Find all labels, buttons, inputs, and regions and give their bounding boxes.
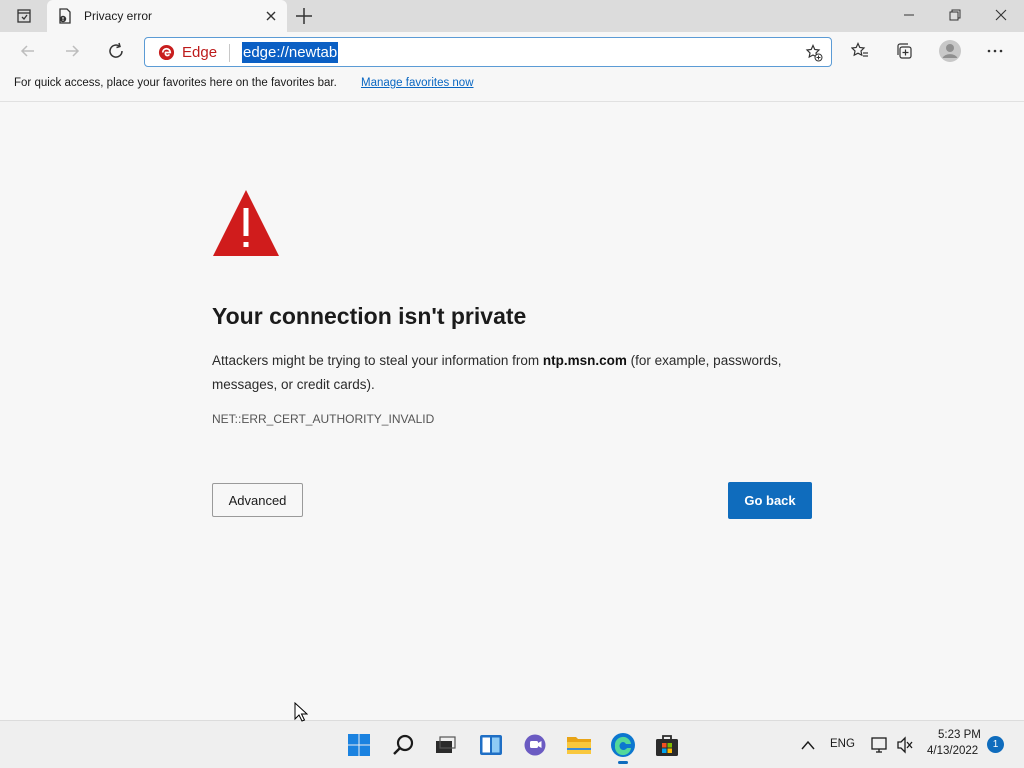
new-tab-icon[interactable] xyxy=(293,5,315,27)
task-view-button[interactable] xyxy=(431,731,459,759)
back-button[interactable] xyxy=(13,36,43,66)
close-window-icon xyxy=(995,9,1007,21)
edge-shield-icon xyxy=(158,44,175,61)
advanced-button[interactable]: Advanced xyxy=(212,483,303,517)
address-divider xyxy=(229,44,230,62)
language-indicator[interactable]: ENG xyxy=(830,738,855,750)
edge-taskbar-button[interactable] xyxy=(609,731,637,764)
restore-icon xyxy=(949,9,961,21)
warning-triangle-icon xyxy=(213,190,279,256)
more-dots-icon xyxy=(987,49,1003,53)
manage-favorites-link[interactable]: Manage favorites now xyxy=(361,77,474,89)
tab-privacy-error[interactable]: Privacy error xyxy=(47,0,287,32)
minimize-button[interactable] xyxy=(886,0,932,30)
volume-muted-icon[interactable] xyxy=(896,736,914,754)
tab-actions-button[interactable] xyxy=(8,4,40,28)
search-icon xyxy=(393,734,414,755)
back-arrow-icon xyxy=(20,45,34,57)
refresh-button[interactable] xyxy=(101,36,131,66)
notification-badge[interactable]: 1 xyxy=(987,736,1004,753)
error-heading: Your connection isn't private xyxy=(212,303,527,329)
error-code: NET::ERR_CERT_AUTHORITY_INVALID xyxy=(212,412,435,426)
widgets-icon xyxy=(480,735,502,755)
url-text[interactable]: edge://newtab xyxy=(242,42,339,63)
windows-logo-icon xyxy=(348,734,370,756)
forward-button[interactable] xyxy=(57,36,87,66)
store-bag-icon xyxy=(656,735,678,756)
search-button[interactable] xyxy=(389,731,417,759)
clock-time[interactable]: 5:23 PM xyxy=(938,729,981,741)
close-window-button[interactable] xyxy=(978,0,1024,30)
restore-button[interactable] xyxy=(932,0,978,30)
edge-browser-icon xyxy=(611,733,635,757)
favorites-bar-message: For quick access, place your favorites h… xyxy=(14,77,337,89)
close-tab-icon[interactable] xyxy=(263,8,279,24)
address-bar[interactable]: Edge edge://newtab xyxy=(144,37,832,67)
clock-date[interactable]: 4/13/2022 xyxy=(927,745,978,757)
widgets-button[interactable] xyxy=(477,731,505,759)
site-identity-label[interactable]: Edge xyxy=(182,44,217,61)
mouse-cursor-icon xyxy=(294,702,308,722)
favorites-button[interactable] xyxy=(845,36,875,66)
chat-icon xyxy=(524,734,546,756)
teams-chat-button[interactable] xyxy=(521,731,549,759)
start-button[interactable] xyxy=(345,731,373,759)
favorites-icon xyxy=(851,42,868,57)
document-warning-icon xyxy=(59,8,71,24)
description-prefix: Attackers might be trying to steal your … xyxy=(212,353,543,368)
tab-strip: Privacy error xyxy=(0,0,1024,32)
error-description: Attackers might be trying to steal your … xyxy=(212,349,822,397)
tab-actions-icon xyxy=(17,9,31,23)
favorites-bar: For quick access, place your favorites h… xyxy=(0,70,1024,102)
folder-icon xyxy=(567,737,591,754)
chevron-up-icon[interactable] xyxy=(800,739,816,751)
collections-button[interactable] xyxy=(889,36,919,66)
refresh-icon xyxy=(109,42,123,58)
host-name: ntp.msn.com xyxy=(542,353,627,368)
store-button[interactable] xyxy=(653,731,681,759)
collections-icon xyxy=(897,43,912,59)
settings-more-button[interactable] xyxy=(980,36,1010,66)
taskbar: ENG 5:23 PM 4/13/2022 xyxy=(0,720,1024,768)
profile-button[interactable] xyxy=(935,36,965,66)
task-view-icon xyxy=(436,736,456,753)
forward-arrow-icon xyxy=(66,45,80,57)
network-icon[interactable] xyxy=(870,736,890,754)
active-app-indicator xyxy=(618,761,628,764)
avatar-icon xyxy=(939,40,961,62)
go-back-button[interactable]: Go back xyxy=(728,482,812,519)
file-explorer-button[interactable] xyxy=(565,731,593,759)
minimize-icon xyxy=(904,14,914,16)
add-favorite-icon[interactable] xyxy=(805,44,823,62)
tab-title: Privacy error xyxy=(84,9,153,23)
